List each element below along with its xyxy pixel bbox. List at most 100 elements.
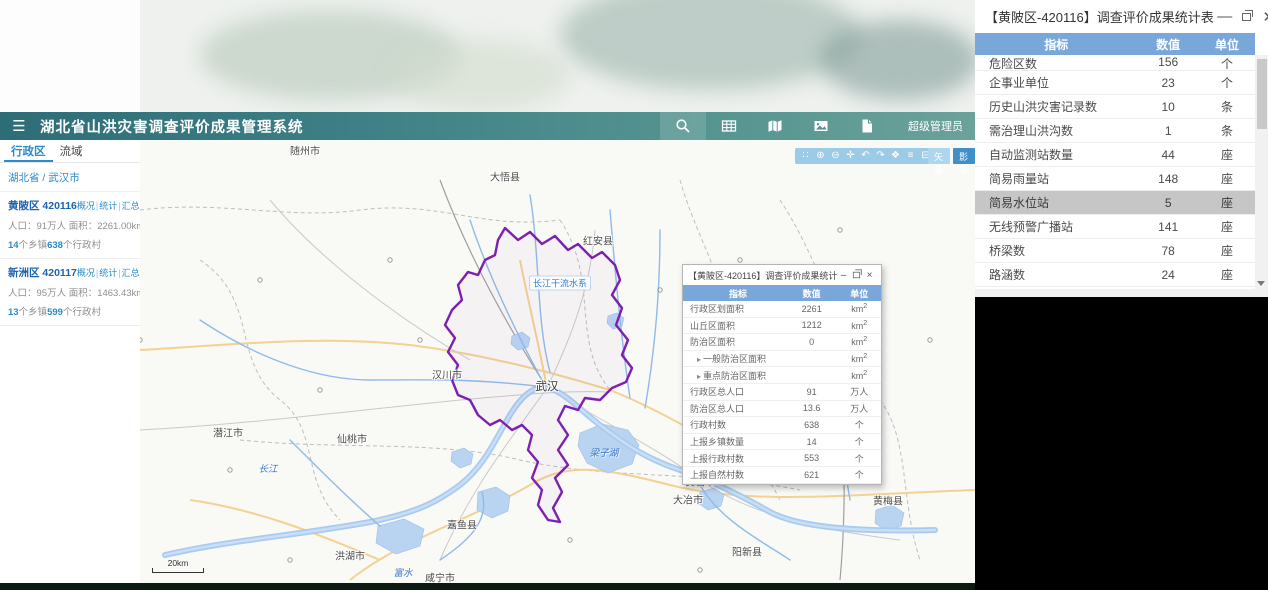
district-card: 黄陂区 420116 概况|统计|汇总 人口：91万人 面积：2261.00km² 1…: [0, 192, 148, 259]
dialog-table-row[interactable]: 上报行政村数 553 个: [683, 450, 881, 467]
district-action-link[interactable]: 汇总: [122, 268, 140, 278]
row-indicator: 桥梁数: [989, 244, 1026, 258]
dialog-table-row[interactable]: 行政村数 638 个: [683, 417, 881, 434]
next-extent-icon[interactable]: ↷: [874, 149, 887, 163]
row-unit: 座: [1220, 220, 1233, 234]
menu-icon[interactable]: ☰: [0, 117, 38, 135]
column-header: 数值: [1156, 37, 1181, 52]
dialog-table-row[interactable]: 行政区划面积 2261 km2: [683, 301, 881, 318]
zoom-out-icon[interactable]: ⊖: [829, 149, 842, 163]
stats-table-row[interactable]: 路涵数 24 座: [975, 263, 1255, 287]
row-indicator: 行政村数: [690, 420, 727, 431]
horizontal-scrollbar[interactable]: [975, 289, 1268, 297]
row-unit: 条: [1220, 100, 1233, 114]
stats-table-row[interactable]: 危险区数 156 个: [975, 55, 1255, 71]
image-icon[interactable]: [798, 112, 844, 140]
dialog-table-row[interactable]: 上报乡镇数量 14 个: [683, 434, 881, 451]
map-icon[interactable]: [752, 112, 798, 140]
district-towns: 13个乡镇599个行政村: [8, 307, 101, 318]
stats-window-title: 【黄陂区-420116】调查评价成果统计表: [985, 10, 1214, 25]
district-info: 人口：91万人 面积：2261.00km²: [8, 221, 148, 232]
district-action-link[interactable]: 汇总: [122, 201, 140, 211]
restore-icon[interactable]: [1236, 6, 1258, 28]
row-indicator: ▸ 一般防治区面积: [697, 354, 767, 365]
stats-table-row[interactable]: 企事业单位 23 个: [975, 71, 1255, 95]
close-icon[interactable]: ×: [863, 269, 876, 282]
row-unit: 个: [854, 470, 864, 481]
row-value: 24: [1161, 267, 1175, 282]
stats-table-row[interactable]: 历史山洪灾害记录数 10 条: [975, 95, 1255, 119]
row-value: 13.6: [802, 403, 821, 414]
search-icon[interactable]: [660, 112, 706, 140]
close-icon[interactable]: ✕: [1258, 6, 1268, 28]
stats-table-row[interactable]: 简易水位站 5 座: [975, 191, 1255, 215]
basemap-button-1[interactable]: 影像: [953, 148, 975, 175]
dialog-table-row[interactable]: ▸ 重点防治区面积 km2: [683, 367, 881, 384]
dialog-titlebar[interactable]: 【黄陂区-420116】调查评价成果统计表 – ×: [683, 265, 881, 285]
legend-icon[interactable]: ≡: [904, 149, 917, 163]
row-unit: 个: [1220, 57, 1233, 71]
district-name-link[interactable]: 黄陂区 420116: [8, 198, 77, 213]
expand-icon[interactable]: ▸: [697, 355, 701, 364]
row-indicator: 防治区面积: [690, 337, 736, 348]
current-user[interactable]: 超级管理员: [908, 118, 963, 134]
sidebar-tab-0[interactable]: 行政区: [4, 140, 53, 162]
scroll-down-icon[interactable]: [1257, 281, 1265, 286]
dialog-table-row[interactable]: 行政区总人口 91 万人: [683, 384, 881, 401]
expand-icon[interactable]: ▸: [697, 372, 701, 381]
map-canvas[interactable]: 随州市大悟县红安县汉川市武汉潜江市仙桃市嘉鱼县洪湖市咸宁市黄石市大冶市阳新县黄梅…: [140, 140, 975, 583]
minimize-icon[interactable]: —: [1214, 6, 1236, 28]
link-separator: |: [118, 201, 121, 211]
vertical-scrollbar[interactable]: [1255, 55, 1268, 289]
basemap-button-0[interactable]: 矢量: [928, 148, 950, 175]
stats-table-row[interactable]: 无线预警广播站 141 座: [975, 215, 1255, 239]
app-header: ☰ 湖北省山洪灾害调查评价成果管理系统 超级管理员: [0, 112, 975, 140]
row-unit: km2: [851, 353, 868, 365]
previous-extent-icon[interactable]: ↶: [859, 149, 872, 163]
stats-table-row[interactable]: 桥梁数 78 座: [975, 239, 1255, 263]
dialog-table-row[interactable]: ▸ 一般防治区面积 km2: [683, 351, 881, 368]
breadcrumb-link[interactable]: 武汉市: [48, 172, 80, 184]
document-icon[interactable]: [844, 112, 890, 140]
dialog-table-row[interactable]: 防治区总人口 13.6 万人: [683, 401, 881, 418]
zoom-in-icon[interactable]: ⊕: [814, 149, 827, 163]
row-unit: 座: [1220, 148, 1233, 162]
restore-icon[interactable]: [850, 269, 863, 282]
screenshot-stage: ☰ 湖北省山洪灾害调查评价成果管理系统 超级管理员 行政区 流域 湖北省 / 武…: [0, 0, 1268, 590]
stats-table-row[interactable]: 需治理山洪沟数 1 条: [975, 119, 1255, 143]
stats-table-row[interactable]: 自动监测站数量 44 座: [975, 143, 1255, 167]
district-action-link[interactable]: 统计: [99, 201, 117, 211]
row-unit: 个: [1220, 76, 1233, 90]
dialog-table-row[interactable]: 防治区面积 0 km2: [683, 334, 881, 351]
row-indicator: 简易水位站: [989, 196, 1050, 210]
pan-icon[interactable]: ✛: [844, 149, 857, 163]
district-name-link[interactable]: 新洲区 420117: [8, 265, 77, 280]
table-icon[interactable]: [706, 112, 752, 140]
sidebar-tab-1[interactable]: 流域: [53, 140, 90, 162]
district-action-link[interactable]: 概况: [77, 268, 95, 278]
dialog-table-row[interactable]: 上报自然村数 621 个: [683, 467, 881, 484]
scrollbar-thumb[interactable]: [1256, 59, 1267, 129]
row-indicator: 路涵数: [989, 268, 1026, 282]
minimize-icon[interactable]: –: [837, 269, 850, 282]
row-unit: 万人: [850, 387, 869, 398]
district-towns: 14个乡镇638个行政村: [8, 240, 101, 251]
full-extent-icon[interactable]: ∷: [799, 149, 812, 163]
map-toolbar: ∷ ⊕ ⊖ ✛ ↶ ↷ ❖ ≡ ⊟: [795, 148, 936, 164]
row-unit: 座: [1220, 196, 1233, 210]
stats-window-titlebar[interactable]: 【黄陂区-420116】调查评价成果统计表 — ✕: [975, 0, 1268, 33]
row-unit: km2: [851, 369, 868, 381]
district-action-link[interactable]: 统计: [99, 268, 117, 278]
row-value: 91: [806, 386, 817, 397]
row-value: 638: [804, 419, 820, 430]
row-value: 1212: [801, 320, 822, 331]
breadcrumb-link[interactable]: 湖北省: [8, 172, 40, 184]
district-action-link[interactable]: 概况: [77, 201, 95, 211]
dialog-table-row[interactable]: 山丘区面积 1212 km2: [683, 318, 881, 335]
identify-icon[interactable]: ❖: [889, 149, 902, 163]
row-unit: 座: [1220, 172, 1233, 186]
row-indicator: 企事业单位: [989, 76, 1050, 90]
stats-table-row[interactable]: 简易雨量站 148 座: [975, 167, 1255, 191]
row-indicator: 防治区总人口: [690, 403, 745, 414]
district-links: 概况|统计|汇总: [77, 266, 140, 279]
